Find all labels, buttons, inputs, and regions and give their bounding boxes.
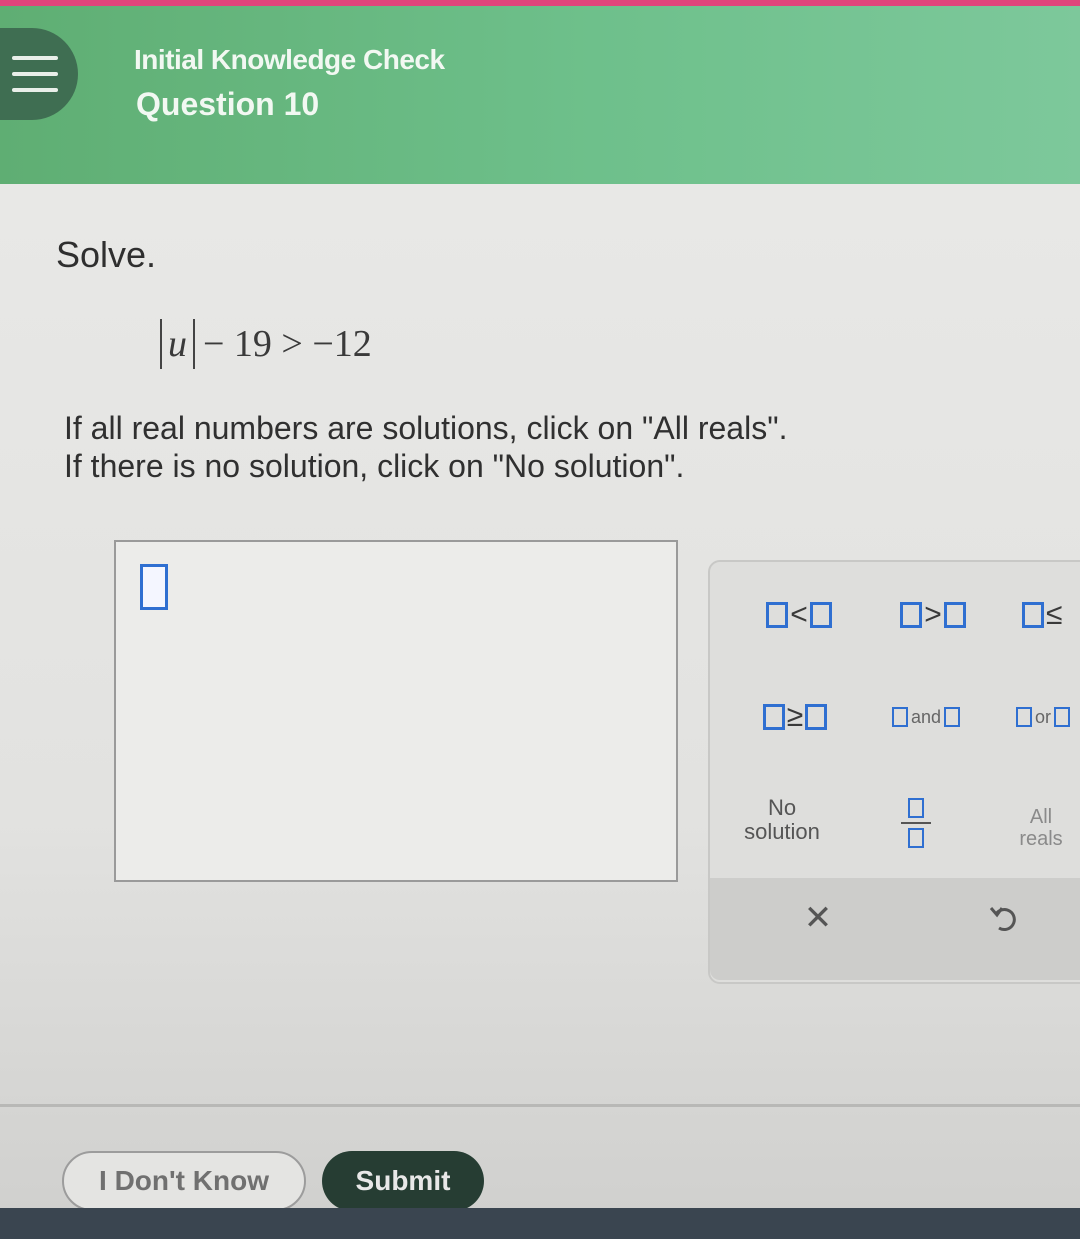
less-than-symbol: < (790, 598, 808, 631)
greater-than-key[interactable]: > (888, 590, 978, 640)
fraction-icon (901, 798, 931, 848)
bottom-strip (0, 1208, 1080, 1239)
and-word: and (910, 706, 942, 727)
no-solution-key[interactable]: No solution (734, 790, 830, 850)
greater-equal-key[interactable]: ≥ (750, 692, 840, 742)
hamburger-line (12, 72, 58, 76)
placeholder-box-icon (908, 798, 924, 818)
instruction-no-solution: If there is no solution, click on "No so… (64, 448, 685, 484)
all-reals-line1: All (1029, 806, 1053, 828)
fraction-key[interactable] (886, 788, 946, 858)
undo-button[interactable] (982, 896, 1026, 940)
placeholder-box-icon (1054, 707, 1071, 727)
less-equal-key[interactable]: ≤ (1022, 590, 1080, 640)
fraction-bar (901, 822, 931, 824)
undo-icon (989, 907, 1016, 932)
placeholder-box-icon (809, 602, 832, 628)
hamburger-line (12, 88, 58, 92)
header: Initial Knowledge Check Question 10 (0, 6, 1080, 184)
question-number: Question 10 (136, 86, 320, 122)
greater-than-symbol: > (924, 598, 942, 631)
greater-equal-symbol: ≥ (786, 700, 804, 733)
menu-button[interactable] (0, 28, 78, 120)
equation-variable: u (168, 323, 187, 365)
less-equal-symbol: ≤ (1046, 598, 1063, 631)
placeholder-box-icon (766, 602, 789, 628)
assessment-title: Initial Knowledge Check (134, 44, 445, 75)
or-word: or (1035, 706, 1052, 727)
no-solution-line1: No (767, 795, 797, 820)
absolute-value: u (160, 319, 195, 369)
placeholder-box-icon (908, 828, 924, 848)
placeholder-box-icon (1016, 707, 1032, 727)
placeholder-box-icon (943, 602, 966, 628)
problem-prompt: Solve. (56, 234, 157, 275)
clear-button[interactable]: ✕ (798, 898, 838, 938)
equation: u − 19 > −12 (160, 319, 372, 369)
footer-divider (0, 1104, 1080, 1107)
answer-input-area[interactable] (114, 540, 678, 882)
placeholder-box-icon (762, 704, 785, 730)
or-key[interactable]: or (1016, 692, 1080, 742)
placeholder-box-icon (891, 707, 908, 727)
placeholder-box-icon (805, 704, 828, 730)
instructions: If all real numbers are solutions, click… (64, 409, 787, 485)
all-reals-line2: reals (1019, 828, 1063, 850)
math-keypad: < > ≤ ≥ and or No solution All reals ✕ (708, 560, 1080, 984)
no-solution-line2: solution (744, 819, 820, 844)
answer-cursor-slot[interactable] (140, 564, 168, 610)
placeholder-box-icon (944, 707, 961, 727)
equation-rest: − 19 > −12 (203, 323, 372, 365)
keypad-action-bar: ✕ (710, 878, 1080, 980)
dont-know-button[interactable]: I Don't Know (62, 1151, 306, 1211)
all-reals-key[interactable]: All reals (1006, 798, 1076, 858)
close-icon: ✕ (803, 899, 833, 937)
instruction-all-reals: If all real numbers are solutions, click… (64, 410, 788, 446)
less-than-key[interactable]: < (754, 590, 844, 640)
placeholder-box-icon (900, 602, 923, 628)
main-content: Solve. u − 19 > −12 If all real numbers … (0, 184, 1080, 1239)
placeholder-box-icon (1022, 602, 1044, 628)
and-key[interactable]: and (876, 692, 976, 742)
hamburger-menu-icon (12, 56, 58, 60)
submit-button[interactable]: Submit (322, 1151, 484, 1211)
